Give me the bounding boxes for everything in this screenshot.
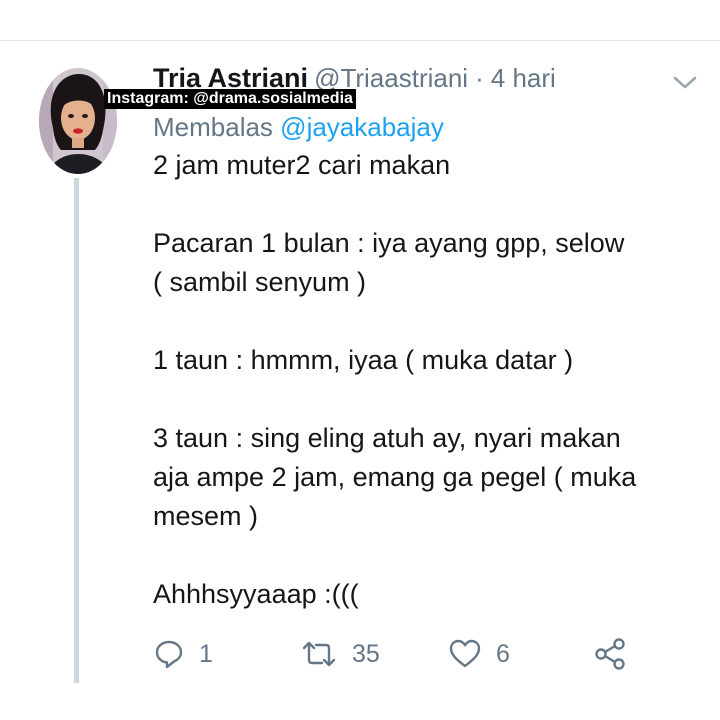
like-button[interactable]: 6 xyxy=(448,634,510,674)
thread-line xyxy=(74,178,79,683)
watermark: Instagram: @drama.sosialmedia xyxy=(104,89,356,109)
share-button[interactable] xyxy=(593,634,627,674)
retweet-icon xyxy=(302,641,336,667)
tweet-line: 1 taun : hmmm, iyaa ( muka datar ) xyxy=(153,345,574,375)
reply-mention-link[interactable]: @jayakabajay xyxy=(280,112,444,142)
timestamp[interactable]: 4 hari xyxy=(491,58,556,98)
like-count: 6 xyxy=(496,639,510,668)
replying-to-label: Membalas xyxy=(153,112,273,142)
tweet-line: Pacaran 1 bulan : iya ayang gpp, selow xyxy=(153,228,625,258)
retweet-count: 35 xyxy=(352,639,380,668)
tweet-line xyxy=(153,302,698,341)
retweet-button[interactable]: 35 xyxy=(300,634,380,674)
avatar[interactable] xyxy=(39,68,117,174)
heart-icon xyxy=(449,639,481,668)
tweet-line: 2 jam muter2 cari makan xyxy=(153,150,451,180)
share-icon xyxy=(595,638,625,670)
tweet-line xyxy=(153,185,698,224)
separator-dot: · xyxy=(475,63,484,93)
tweet-line: 3 taun : sing eling atuh ay, nyari makan xyxy=(153,423,621,453)
tweet-text: 2 jam muter2 cari makan Pacaran 1 bulan … xyxy=(153,146,698,614)
tweet-line: ( sambil senyum ) xyxy=(153,267,367,297)
tweet-line xyxy=(153,380,698,419)
reply-icon xyxy=(155,640,183,669)
reply-count: 1 xyxy=(199,639,213,668)
replying-to: Membalas @jayakabajay xyxy=(153,108,444,146)
chevron-down-icon[interactable] xyxy=(672,74,698,92)
tweet-line: mesem ) xyxy=(153,501,259,531)
tweet-actions: 1 35 6 xyxy=(153,634,653,674)
tweet-line xyxy=(153,536,698,575)
tweet-line: aja ampe 2 jam, emang ga pegel ( muka xyxy=(153,462,637,492)
reply-button[interactable]: 1 xyxy=(153,634,213,674)
top-divider xyxy=(0,40,720,41)
tweet-line: Ahhhsyyaaap :((( xyxy=(153,579,359,609)
avatar-photo xyxy=(39,68,117,174)
